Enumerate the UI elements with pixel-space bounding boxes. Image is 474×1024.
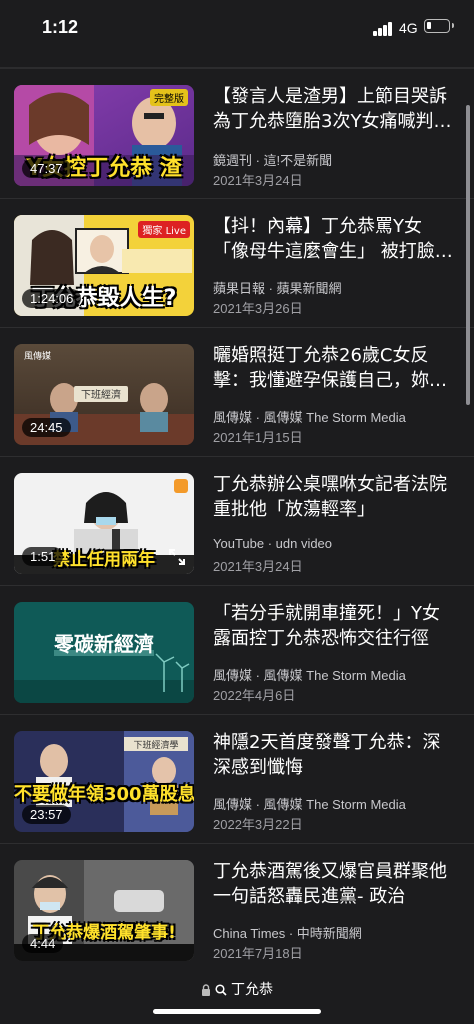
video-duration: 1:24:06: [22, 289, 82, 308]
svg-text:下班經濟: 下班經濟: [81, 388, 121, 401]
video-title[interactable]: 丁允恭辦公桌嘿咻女記者法院重批他「放蕩輕率」: [213, 472, 453, 522]
video-result[interactable]: 禁止任用兩年 1:51 丁允恭辦公桌嘿咻女記者法院重批他「放蕩輕率」 YouTu…: [0, 457, 474, 586]
video-result[interactable]: 零碳新經濟 「若分手就開車撞死！」Y女露面控丁允恭恐怖交往行徑 風傳媒 · 風傳…: [0, 586, 474, 715]
video-result[interactable]: 下班經濟 風傳媒 24:45 曬婚照挺丁允恭26歲C女反擊：我懂避孕保護自己，妳…: [0, 328, 474, 457]
video-date: 2022年3月22日: [213, 817, 303, 832]
video-title[interactable]: 神隱2天首度發聲丁允恭：深深感到懺悔: [213, 730, 453, 780]
video-results-list: 完整版 Y女控丁允恭 渣 47:37 【發言人是渣男】上節目哭訴為丁允恭墮胎3次…: [0, 69, 474, 972]
status-bar: 1:12 4G: [0, 0, 474, 56]
video-result[interactable]: 下班經濟學 不要做年領300萬股息 23:57 神隱2天首度發聲丁允恭：深深感到…: [0, 715, 474, 844]
video-title[interactable]: 【發言人是渣男】上節目哭訴為丁允恭墮胎3次Y女痛喊判…: [213, 84, 453, 134]
search-icon: [215, 984, 227, 996]
video-date: 2021年3月24日: [213, 559, 303, 574]
lock-icon: [202, 984, 210, 996]
video-thumbnail[interactable]: 丁允恭爆酒駕肇事! 4:44: [14, 860, 194, 961]
video-date: 2022年4月6日: [213, 688, 296, 703]
video-thumbnail[interactable]: 下班經濟 風傳媒 24:45: [14, 344, 194, 445]
video-date: 2021年3月24日: [213, 173, 303, 188]
video-source: China Times · 中時新聞網: [213, 926, 362, 941]
address-bar[interactable]: 丁允恭: [0, 979, 474, 999]
video-source: 蘋果日報 · 蘋果新聞網: [213, 281, 342, 296]
battery-icon: [424, 19, 454, 33]
video-title[interactable]: 丁允恭酒駕後又爆官員群聚他一句話怒轟民進黨- 政治: [213, 859, 453, 909]
video-thumbnail[interactable]: 獨家 Live 丁允恭毀人生? 1:24:06: [14, 215, 194, 316]
video-tag: 完整版: [150, 89, 188, 106]
address-query: 丁允恭: [231, 982, 273, 998]
video-duration: 4:44: [22, 934, 64, 953]
video-thumbnail[interactable]: 下班經濟學 不要做年領300萬股息 23:57: [14, 731, 194, 832]
video-source: YouTube · udn video: [213, 536, 333, 551]
video-source: 風傳媒 · 風傳媒 The Storm Media: [213, 797, 406, 812]
video-title[interactable]: 曬婚照挺丁允恭26歲C女反擊：我懂避孕保護自己，妳…: [213, 343, 453, 393]
video-duration: 24:45: [22, 418, 71, 437]
status-time: 1:12: [42, 17, 79, 37]
video-thumbnail[interactable]: 完整版 Y女控丁允恭 渣 47:37: [14, 85, 194, 186]
home-indicator[interactable]: [153, 1009, 321, 1014]
video-source: 鏡週刊 · 這!不是新聞: [213, 153, 333, 168]
video-thumbnail[interactable]: 禁止任用兩年 1:51: [14, 473, 194, 574]
video-duration: 1:51: [22, 547, 64, 566]
video-date: 2021年3月26日: [213, 301, 303, 316]
video-source: 風傳媒 · 風傳媒 The Storm Media: [213, 410, 406, 425]
video-title[interactable]: 「若分手就開車撞死！」Y女露面控丁允恭恐怖交往行徑: [213, 601, 453, 651]
expand-icon[interactable]: [168, 548, 186, 566]
browser-bottom-bar: 丁允恭: [0, 965, 474, 1024]
video-tag: 風傳媒: [24, 352, 52, 362]
scrollbar[interactable]: [466, 105, 470, 405]
video-duration: 47:37: [22, 159, 71, 178]
video-tag: 獨家 Live: [138, 221, 190, 238]
video-title[interactable]: 【抖！內幕】丁允恭罵Y女「像母牛這麼會生」 被打臉…: [213, 214, 453, 264]
video-source: 風傳媒 · 風傳媒 The Storm Media: [213, 668, 406, 683]
video-result[interactable]: 獨家 Live 丁允恭毀人生? 1:24:06 【抖！內幕】丁允恭罵Y女「像母牛…: [0, 199, 474, 328]
video-thumbnail[interactable]: 零碳新經濟: [14, 602, 194, 703]
cellular-signal-icon: [373, 22, 393, 36]
video-result[interactable]: 丁允恭爆酒駕肇事! 4:44 丁允恭酒駕後又爆官員群聚他一句話怒轟民進黨- 政治…: [0, 844, 474, 972]
thumbnail-caption: 不要做年領300萬股息: [14, 784, 194, 805]
video-date: 2021年1月15日: [213, 430, 303, 445]
svg-text:下班經濟學: 下班經濟學: [133, 739, 178, 751]
video-date: 2021年7月18日: [213, 946, 303, 961]
thumbnail-caption: 零碳新經濟: [54, 632, 154, 656]
video-duration: 23:57: [22, 805, 71, 824]
video-result[interactable]: 完整版 Y女控丁允恭 渣 47:37 【發言人是渣男】上節目哭訴為丁允恭墮胎3次…: [0, 69, 474, 199]
network-type: 4G: [399, 20, 418, 36]
